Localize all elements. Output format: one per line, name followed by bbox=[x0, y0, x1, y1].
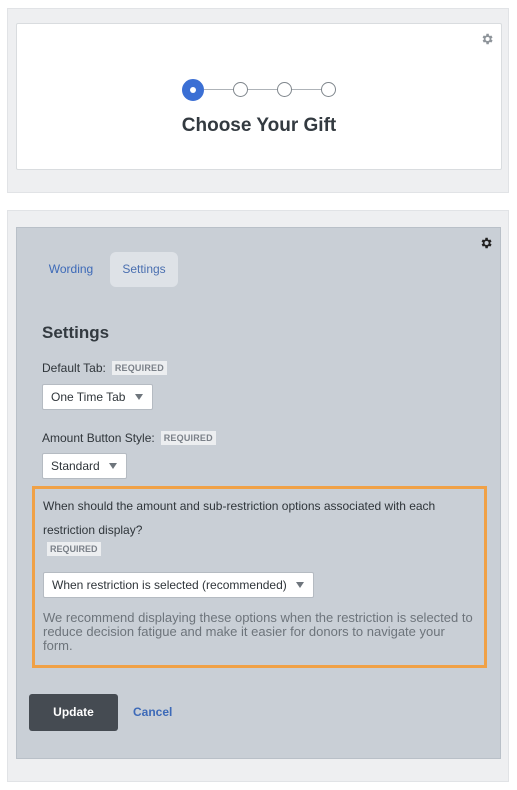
amount-button-style-select[interactable]: Standard bbox=[42, 453, 127, 479]
step-card-wrapper: Choose Your Gift bbox=[7, 8, 509, 193]
restriction-display-value: When restriction is selected (recommende… bbox=[52, 578, 287, 592]
gear-icon[interactable] bbox=[480, 32, 494, 46]
step-card: Choose Your Gift bbox=[16, 23, 502, 170]
step-title: Choose Your Gift bbox=[181, 115, 337, 136]
step-2-dot[interactable] bbox=[233, 82, 248, 97]
progress-stepper bbox=[182, 79, 338, 101]
chevron-down-icon bbox=[109, 463, 117, 469]
tab-wording[interactable]: Wording bbox=[41, 252, 101, 287]
stepper-line bbox=[204, 89, 330, 90]
required-badge: REQUIRED bbox=[47, 542, 101, 556]
default-tab-select[interactable]: One Time Tab bbox=[42, 384, 153, 410]
section-title: Settings bbox=[42, 323, 110, 342]
amount-button-style-label: Amount Button Style: REQUIRED bbox=[42, 431, 216, 445]
settings-card-wrapper: Wording Settings Settings Default Tab: RE… bbox=[7, 210, 509, 782]
chevron-down-icon bbox=[135, 394, 143, 400]
step-3-dot[interactable] bbox=[277, 82, 292, 97]
default-tab-value: One Time Tab bbox=[51, 390, 126, 404]
step-1-dot[interactable] bbox=[182, 79, 204, 101]
step-4-dot[interactable] bbox=[321, 82, 336, 97]
default-tab-label-text: Default Tab: bbox=[42, 361, 106, 375]
tab-settings[interactable]: Settings bbox=[110, 252, 178, 287]
amount-button-style-label-text: Amount Button Style: bbox=[42, 431, 155, 445]
chevron-down-icon bbox=[296, 582, 304, 588]
amount-button-style-value: Standard bbox=[51, 459, 100, 473]
required-badge: REQUIRED bbox=[111, 361, 167, 375]
restriction-display-select[interactable]: When restriction is selected (recommende… bbox=[43, 572, 314, 598]
required-badge: REQUIRED bbox=[160, 431, 216, 445]
update-button[interactable]: Update bbox=[29, 694, 118, 731]
restriction-display-hint: We recommend displaying these options wh… bbox=[43, 610, 473, 653]
restriction-display-question: When should the amount and sub-restricti… bbox=[43, 499, 436, 537]
cancel-button[interactable]: Cancel bbox=[133, 705, 172, 719]
gear-icon[interactable] bbox=[479, 236, 493, 250]
restriction-display-section: When should the amount and sub-restricti… bbox=[32, 486, 487, 668]
default-tab-label: Default Tab: REQUIRED bbox=[42, 361, 167, 375]
settings-panel: Wording Settings Settings Default Tab: RE… bbox=[16, 227, 501, 759]
